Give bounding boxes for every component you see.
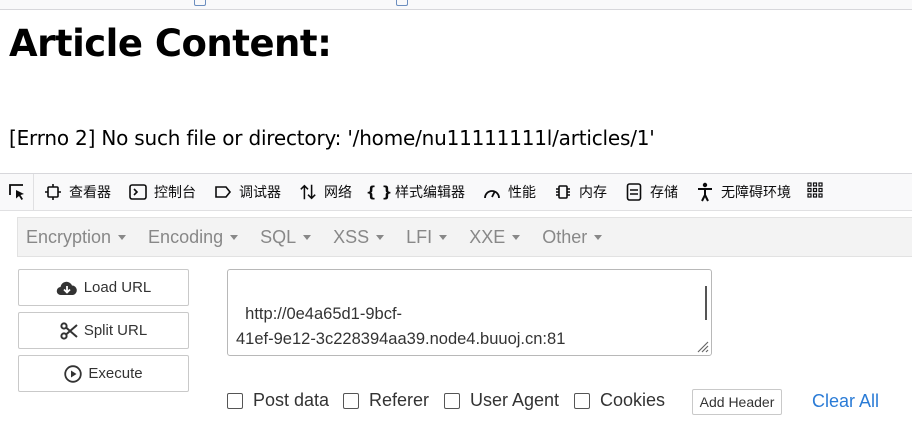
tab-favicon-icon [396,0,408,6]
user-agent-checkbox[interactable]: User Agent [444,390,559,411]
button-label: Execute [88,365,143,382]
checkbox-box[interactable] [444,392,460,409]
tab-label: 控制台 [154,185,196,201]
network-icon [299,183,317,201]
tab-network[interactable]: 网络 [289,174,360,210]
url-value: http://0e4a65d1-9bcf- 41ef-9e12-3c228394… [236,305,566,348]
caret-down-icon [376,234,385,240]
tab-label: 调试器 [239,185,281,201]
tab-label: 无障碍环境 [721,185,791,201]
execute-button[interactable]: Execute [18,355,189,392]
tab-label: 存储 [650,185,678,201]
tab-accessibility[interactable]: 无障碍环境 [686,174,799,210]
menu-label: LFI [406,226,433,247]
menu-other[interactable]: Other [534,226,603,248]
menu-encryption[interactable]: Encryption [18,226,127,248]
memory-icon [554,183,572,201]
tab-label: 性能 [508,185,536,201]
menu-encoding[interactable]: Encoding [140,226,239,248]
browser-tab-strip [0,0,912,10]
caret-down-icon [230,234,239,240]
tab-style-editor[interactable]: { } 样式编辑器 [360,174,473,210]
button-label: Split URL [83,322,148,339]
tab-memory[interactable]: 内存 [544,174,615,210]
hackbar-menu: Encryption Encoding SQL XSS LFI XXE Othe… [17,217,912,257]
error-message: [Errno 2] No such file or directory: '/h… [9,126,655,150]
checkbox-box[interactable] [227,392,243,409]
caret-down-icon [303,234,312,240]
clear-all-link[interactable]: Clear All [812,391,879,412]
button-label: Load URL [83,279,152,296]
tab-debugger[interactable]: 调试器 [204,174,289,210]
tab-favicon-icon [194,0,206,6]
checkbox-box[interactable] [343,392,359,409]
grid-icon [807,182,823,198]
add-header-button[interactable]: Add Header [692,389,782,415]
cloud-download-icon [56,280,78,296]
scrollbar[interactable] [705,286,707,320]
page-title: Article Content: [9,22,332,65]
tab-label: 查看器 [69,185,111,201]
caret-down-icon [118,234,127,240]
tab-label: 样式编辑器 [395,185,465,201]
resize-handle-icon[interactable] [695,339,709,353]
checkbox-label: Cookies [600,390,666,410]
menu-xxe[interactable]: XXE [461,226,521,248]
tab-console[interactable]: 控制台 [119,174,204,210]
menu-label: Other [542,226,588,247]
caret-down-icon [512,234,521,240]
element-picker-icon [8,184,24,200]
play-circle-icon [64,364,83,383]
checkbox-label: Referer [369,390,430,410]
tab-performance[interactable]: 性能 [473,174,544,210]
debugger-icon [214,183,232,201]
post-data-checkbox[interactable]: Post data [227,390,329,411]
menu-label: SQL [260,226,297,247]
menu-label: Encoding [148,226,224,247]
style-editor-icon: { } [365,183,393,201]
scissors-icon [60,321,78,340]
more-tools-button[interactable] [807,182,823,202]
url-input[interactable]: http://0e4a65d1-9bcf- 41ef-9e12-3c228394… [227,269,712,356]
tab-storage[interactable]: 存储 [615,174,686,210]
tab-label: 内存 [579,185,607,201]
element-picker-button[interactable] [0,174,34,210]
caret-down-icon [594,234,603,240]
load-url-button[interactable]: Load URL [18,269,189,306]
menu-lfi[interactable]: LFI [398,226,448,248]
menu-label: XXE [469,226,506,247]
checkbox-label: Post data [253,390,330,410]
performance-icon [483,183,501,201]
storage-icon [625,183,643,201]
tab-inspector[interactable]: 查看器 [34,174,119,210]
cookies-checkbox[interactable]: Cookies [574,390,665,411]
tab-label: 网络 [324,185,352,201]
accessibility-icon [696,182,714,202]
menu-label: XSS [333,226,370,247]
checkbox-label: User Agent [470,390,560,410]
caret-down-icon [439,234,448,240]
menu-label: Encryption [26,226,112,247]
referer-checkbox[interactable]: Referer [343,390,429,411]
checkbox-box[interactable] [574,392,590,409]
console-icon [129,183,147,201]
menu-xss[interactable]: XSS [325,226,385,248]
menu-sql[interactable]: SQL [252,226,312,248]
split-url-button[interactable]: Split URL [18,312,189,349]
inspector-icon [44,183,62,201]
devtools-toolbar: 查看器 控制台 调试器 网络 { } 样式编辑器 性能 内存 存储 无障碍环境 [0,173,912,211]
